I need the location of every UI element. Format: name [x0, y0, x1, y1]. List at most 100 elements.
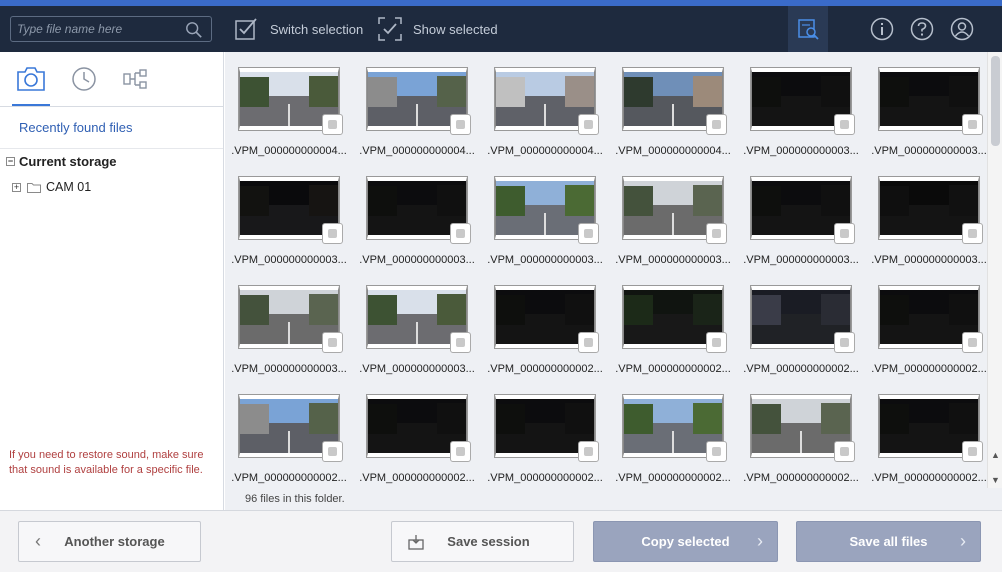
file-tile[interactable]: .VPM_000000000004... — [609, 52, 737, 161]
tab-structure[interactable] — [118, 62, 152, 96]
file-select-checkbox[interactable] — [706, 441, 727, 462]
file-tile[interactable]: .VPM_000000000002... — [865, 379, 987, 488]
file-tile[interactable]: .VPM_000000000004... — [481, 52, 609, 161]
sidebar-tabs — [0, 52, 223, 107]
save-all-files-button[interactable]: Save all files › — [796, 521, 981, 562]
file-select-checkbox[interactable] — [450, 332, 471, 353]
file-name-label: .VPM_000000000002... — [871, 472, 987, 484]
scrollbar-thumb[interactable] — [991, 56, 1000, 146]
file-name-label: .VPM_000000000004... — [359, 145, 475, 157]
file-name-label: .VPM_000000000002... — [615, 363, 731, 375]
file-tile[interactable]: .VPM_000000000004... — [353, 52, 481, 161]
switch-selection-label: Switch selection — [270, 21, 364, 37]
file-select-checkbox[interactable] — [322, 332, 343, 353]
recently-found-link[interactable]: Recently found files — [0, 107, 223, 149]
file-select-checkbox[interactable] — [450, 114, 471, 135]
copy-selected-button[interactable]: Copy selected › — [593, 521, 778, 562]
file-select-checkbox[interactable] — [706, 114, 727, 135]
file-select-checkbox[interactable] — [450, 441, 471, 462]
file-tile[interactable]: .VPM_000000000002... — [737, 270, 865, 379]
file-tile[interactable]: .VPM_000000000004... — [225, 52, 353, 161]
file-name-label: .VPM_000000000003... — [487, 254, 603, 266]
camera-icon — [17, 67, 45, 91]
info-button[interactable] — [862, 6, 902, 52]
file-select-checkbox[interactable] — [578, 223, 599, 244]
file-tile[interactable]: .VPM_000000000002... — [353, 379, 481, 488]
file-tile[interactable]: .VPM_000000000003... — [225, 161, 353, 270]
tab-history[interactable] — [67, 62, 101, 96]
file-tile[interactable]: .VPM_000000000003... — [225, 270, 353, 379]
file-name-label: .VPM_000000000002... — [871, 363, 987, 375]
file-select-checkbox[interactable] — [322, 223, 343, 244]
file-name-label: .VPM_000000000003... — [231, 363, 347, 375]
file-name-label: .VPM_000000000002... — [743, 472, 859, 484]
search-input[interactable] — [17, 20, 177, 38]
file-tile[interactable]: .VPM_000000000002... — [609, 270, 737, 379]
file-tile[interactable]: .VPM_000000000003... — [865, 52, 987, 161]
file-tile[interactable]: .VPM_000000000002... — [481, 270, 609, 379]
file-select-checkbox[interactable] — [962, 332, 983, 353]
tree-current-storage[interactable]: − Current storage — [6, 154, 117, 169]
file-select-checkbox[interactable] — [834, 114, 855, 135]
file-select-checkbox[interactable] — [450, 223, 471, 244]
vertical-scrollbar[interactable]: ▲ ▼ — [987, 52, 1002, 488]
file-select-checkbox[interactable] — [962, 114, 983, 135]
file-tile[interactable]: .VPM_000000000003... — [353, 270, 481, 379]
file-name-label: .VPM_000000000002... — [359, 472, 475, 484]
tab-camera[interactable] — [12, 62, 50, 106]
clock-icon — [72, 67, 96, 91]
save-session-label: Save session — [447, 534, 530, 549]
file-name-label: .VPM_000000000002... — [487, 363, 603, 375]
file-select-checkbox[interactable] — [962, 223, 983, 244]
file-name-label: .VPM_000000000004... — [231, 145, 347, 157]
file-name-label: .VPM_000000000003... — [615, 254, 731, 266]
save-session-button[interactable]: Save session — [391, 521, 574, 562]
file-select-checkbox[interactable] — [834, 332, 855, 353]
current-storage-label: Current storage — [19, 154, 117, 169]
file-tile[interactable]: .VPM_000000000002... — [481, 379, 609, 488]
user-icon — [950, 17, 974, 41]
file-select-checkbox[interactable] — [706, 332, 727, 353]
file-tile[interactable]: .VPM_000000000003... — [353, 161, 481, 270]
account-button[interactable] — [942, 6, 982, 52]
file-tile[interactable]: .VPM_000000000002... — [609, 379, 737, 488]
recently-found-label: Recently found files — [19, 120, 133, 135]
search-box[interactable] — [10, 16, 212, 42]
help-button[interactable] — [902, 6, 942, 52]
scroll-up-arrow-icon[interactable]: ▲ — [990, 450, 1001, 460]
file-select-checkbox[interactable] — [322, 114, 343, 135]
file-tile[interactable]: .VPM_000000000003... — [865, 161, 987, 270]
file-tile[interactable]: .VPM_000000000003... — [481, 161, 609, 270]
save-all-label: Save all files — [849, 534, 928, 549]
collapse-icon[interactable]: − — [6, 157, 15, 166]
file-tile[interactable]: .VPM_000000000002... — [865, 270, 987, 379]
expand-icon[interactable]: + — [12, 182, 21, 192]
file-select-checkbox[interactable] — [962, 441, 983, 462]
file-select-checkbox[interactable] — [834, 441, 855, 462]
another-storage-button[interactable]: ‹ Another storage — [18, 521, 201, 562]
scroll-down-arrow-icon[interactable]: ▼ — [990, 475, 1001, 485]
files-count: 96 files in this folder. — [245, 493, 345, 505]
search-icon[interactable] — [185, 21, 203, 39]
cam01-label: CAM 01 — [46, 180, 92, 194]
chevron-left-icon: ‹ — [35, 531, 41, 551]
file-tile[interactable]: .VPM_000000000002... — [225, 379, 353, 488]
file-select-checkbox[interactable] — [322, 441, 343, 462]
tree-item-cam01[interactable]: + CAM 01 — [12, 180, 91, 194]
file-select-checkbox[interactable] — [834, 223, 855, 244]
file-select-checkbox[interactable] — [578, 332, 599, 353]
file-grid: .VPM_000000000004... .VPM_000000000004...… — [225, 52, 987, 488]
file-tile[interactable]: .VPM_000000000003... — [737, 161, 865, 270]
file-name-label: .VPM_000000000004... — [615, 145, 731, 157]
file-tile[interactable]: .VPM_000000000003... — [737, 52, 865, 161]
file-select-checkbox[interactable] — [578, 441, 599, 462]
help-icon — [910, 17, 934, 41]
switch-selection-button[interactable]: Switch selection — [234, 14, 363, 44]
file-select-checkbox[interactable] — [706, 223, 727, 244]
preview-search-button[interactable] — [788, 6, 828, 52]
file-tile[interactable]: .VPM_000000000003... — [609, 161, 737, 270]
file-name-label: .VPM_000000000002... — [615, 472, 731, 484]
file-select-checkbox[interactable] — [578, 114, 599, 135]
file-tile[interactable]: .VPM_000000000002... — [737, 379, 865, 488]
show-selected-button[interactable]: Show selected — [377, 14, 498, 44]
